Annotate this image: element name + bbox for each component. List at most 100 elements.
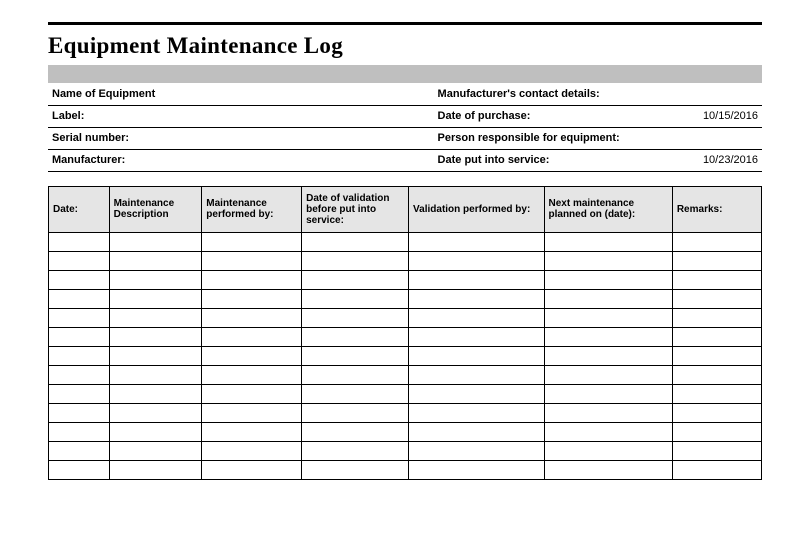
table-cell	[49, 270, 110, 289]
table-cell	[672, 441, 761, 460]
log-col-header: Next maintenance planned on (date):	[544, 186, 672, 232]
table-cell	[409, 365, 544, 384]
table-row	[49, 384, 762, 403]
table-row	[49, 308, 762, 327]
table-cell	[544, 403, 672, 422]
table-cell	[672, 232, 761, 251]
table-cell	[544, 365, 672, 384]
table-cell	[409, 403, 544, 422]
info-label: Label:	[48, 105, 191, 127]
log-col-header: Validation performed by:	[409, 186, 544, 232]
info-label: Manufacturer's contact details:	[434, 83, 648, 105]
table-cell	[302, 346, 409, 365]
table-cell	[544, 232, 672, 251]
table-cell	[302, 441, 409, 460]
log-col-header: Maintenance Description	[109, 186, 202, 232]
table-cell	[202, 327, 302, 346]
table-cell	[49, 308, 110, 327]
table-row	[49, 270, 762, 289]
table-cell	[302, 270, 409, 289]
table-cell	[202, 289, 302, 308]
table-cell	[202, 460, 302, 479]
table-cell	[672, 251, 761, 270]
table-cell	[109, 460, 202, 479]
table-cell	[49, 327, 110, 346]
info-value	[191, 105, 434, 127]
table-cell	[202, 403, 302, 422]
log-col-header: Maintenance performed by:	[202, 186, 302, 232]
table-cell	[409, 251, 544, 270]
table-row	[49, 422, 762, 441]
table-cell	[109, 422, 202, 441]
table-row	[49, 232, 762, 251]
table-cell	[409, 289, 544, 308]
table-cell	[672, 327, 761, 346]
table-cell	[544, 346, 672, 365]
table-cell	[109, 289, 202, 308]
table-cell	[49, 403, 110, 422]
info-value	[648, 127, 762, 149]
info-row: Name of EquipmentManufacturer's contact …	[48, 83, 762, 105]
table-cell	[409, 441, 544, 460]
table-cell	[672, 308, 761, 327]
title-bar	[48, 65, 762, 83]
table-cell	[202, 270, 302, 289]
table-cell	[202, 251, 302, 270]
table-cell	[49, 232, 110, 251]
table-cell	[49, 346, 110, 365]
table-cell	[49, 289, 110, 308]
table-cell	[109, 403, 202, 422]
table-row	[49, 403, 762, 422]
table-cell	[544, 422, 672, 441]
table-cell	[109, 308, 202, 327]
table-cell	[409, 384, 544, 403]
table-cell	[302, 327, 409, 346]
info-value	[191, 83, 434, 105]
table-cell	[109, 441, 202, 460]
table-cell	[109, 365, 202, 384]
table-cell	[302, 460, 409, 479]
table-cell	[109, 270, 202, 289]
table-cell	[409, 422, 544, 441]
log-col-header: Date:	[49, 186, 110, 232]
table-cell	[49, 422, 110, 441]
table-row	[49, 289, 762, 308]
info-row: Label:Date of purchase:10/15/2016	[48, 105, 762, 127]
table-cell	[302, 308, 409, 327]
table-cell	[109, 251, 202, 270]
table-cell	[544, 384, 672, 403]
table-cell	[544, 441, 672, 460]
table-cell	[109, 327, 202, 346]
table-cell	[302, 251, 409, 270]
table-cell	[302, 422, 409, 441]
page-title: Equipment Maintenance Log	[48, 33, 762, 59]
table-row	[49, 346, 762, 365]
table-cell	[544, 327, 672, 346]
table-cell	[302, 232, 409, 251]
table-cell	[202, 384, 302, 403]
table-cell	[672, 346, 761, 365]
table-cell	[49, 251, 110, 270]
table-cell	[302, 384, 409, 403]
table-cell	[302, 365, 409, 384]
table-cell	[672, 403, 761, 422]
info-value: 10/15/2016	[648, 105, 762, 127]
info-value	[191, 149, 434, 171]
info-table: Name of EquipmentManufacturer's contact …	[48, 83, 762, 172]
table-cell	[409, 327, 544, 346]
table-cell	[672, 422, 761, 441]
info-value	[648, 83, 762, 105]
table-cell	[672, 270, 761, 289]
log-col-header: Date of validation before put into servi…	[302, 186, 409, 232]
table-cell	[49, 384, 110, 403]
table-row	[49, 327, 762, 346]
table-cell	[202, 232, 302, 251]
table-cell	[109, 346, 202, 365]
table-cell	[49, 460, 110, 479]
table-cell	[544, 308, 672, 327]
log-col-header: Remarks:	[672, 186, 761, 232]
info-value: 10/23/2016	[648, 149, 762, 171]
table-cell	[202, 441, 302, 460]
table-cell	[109, 384, 202, 403]
table-cell	[672, 289, 761, 308]
